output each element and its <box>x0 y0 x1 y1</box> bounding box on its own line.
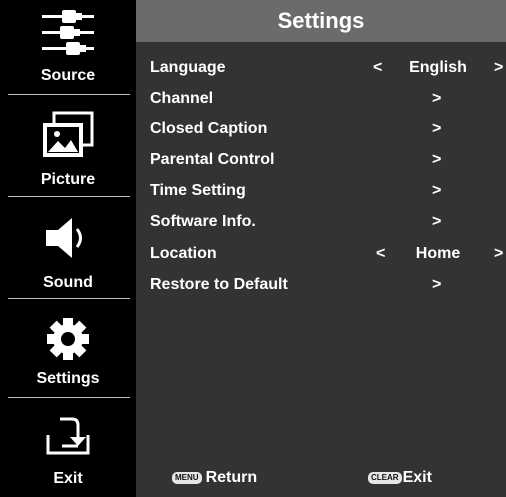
sidebar-item-sound[interactable]: Sound <box>0 200 136 295</box>
setting-row-software-info[interactable]: Software Info. > <box>136 207 506 237</box>
sidebar-item-exit[interactable]: Exit <box>0 401 136 497</box>
sidebar-item-label: Source <box>40 67 96 84</box>
exit-label: Exit <box>402 469 432 486</box>
arrow-right-icon[interactable]: > <box>494 239 503 269</box>
setting-row-language[interactable]: Language < English > <box>136 53 506 83</box>
arrow-left-icon[interactable]: < <box>373 53 382 83</box>
setting-value: Home <box>415 245 461 262</box>
sidebar-item-label: Picture <box>40 171 96 188</box>
submenu-arrow-icon: > <box>432 90 442 107</box>
sidebar-item-label: Settings <box>36 370 100 387</box>
setting-row-location[interactable]: Location < Home > <box>136 239 506 269</box>
exit-icon <box>0 413 136 457</box>
page-title: Settings <box>136 0 506 42</box>
setting-label: Closed Caption <box>150 120 268 137</box>
divider <box>8 94 130 95</box>
submenu-arrow-icon: > <box>432 182 442 199</box>
return-button[interactable]: MENU Return <box>172 463 257 493</box>
setting-label: Location <box>150 245 217 262</box>
menu-key-icon: MENU <box>172 472 202 484</box>
setting-label: Parental Control <box>150 151 275 168</box>
setting-label: Restore to Default <box>150 276 288 293</box>
arrow-left-icon[interactable]: < <box>376 239 385 269</box>
setting-value: English <box>409 59 467 76</box>
sidebar-item-picture[interactable]: Picture <box>0 98 136 193</box>
sidebar: Source Picture Sound Settings Exit <box>0 0 136 497</box>
source-cables-icon <box>0 6 136 64</box>
submenu-arrow-icon: > <box>432 151 442 168</box>
divider <box>8 397 130 398</box>
sidebar-item-label: Exit <box>53 470 83 487</box>
clear-key-icon: CLEAR <box>368 472 402 484</box>
submenu-arrow-icon: > <box>432 213 442 230</box>
exit-button[interactable]: CLEAR Exit <box>368 463 432 493</box>
gear-icon <box>0 315 136 363</box>
setting-row-channel[interactable]: Channel > <box>136 84 506 114</box>
divider <box>8 298 130 299</box>
setting-label: Time Setting <box>150 182 246 199</box>
setting-label: Language <box>150 59 226 76</box>
setting-row-closed-caption[interactable]: Closed Caption > <box>136 114 506 144</box>
arrow-right-icon[interactable]: > <box>494 53 503 83</box>
setting-label: Channel <box>150 90 214 107</box>
sidebar-item-settings[interactable]: Settings <box>0 302 136 395</box>
submenu-arrow-icon: > <box>432 276 442 293</box>
setting-row-parental-control[interactable]: Parental Control > <box>136 145 506 175</box>
picture-icon <box>0 111 136 161</box>
setting-row-time-setting[interactable]: Time Setting > <box>136 176 506 206</box>
speaker-icon <box>0 215 136 261</box>
setting-row-restore-default[interactable]: Restore to Default > <box>136 270 506 300</box>
sidebar-item-label: Sound <box>43 274 93 291</box>
settings-panel: Settings Language < English > Channel > … <box>136 0 506 497</box>
return-label: Return <box>205 469 258 486</box>
divider <box>8 196 130 197</box>
setting-label: Software Info. <box>150 213 256 230</box>
sidebar-item-source[interactable]: Source <box>0 0 136 93</box>
submenu-arrow-icon: > <box>432 120 442 137</box>
